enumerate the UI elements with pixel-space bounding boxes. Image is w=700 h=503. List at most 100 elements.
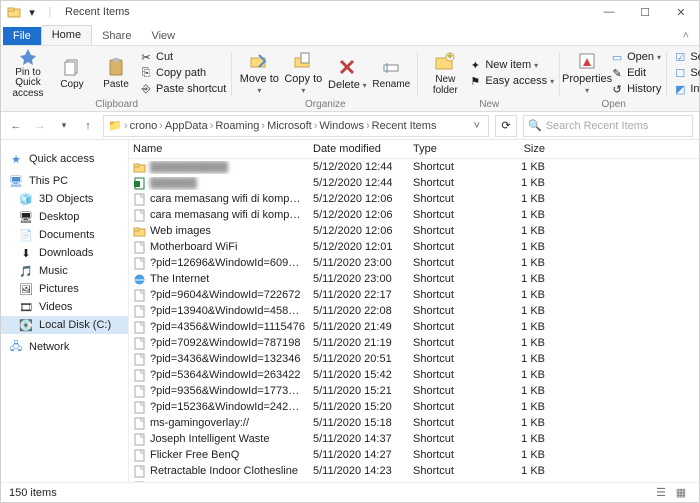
up-button[interactable]: ↑ (79, 120, 97, 132)
sidebar-icon: 🖥 (19, 210, 33, 224)
qat-dropdown-icon[interactable]: ▾ (25, 5, 39, 19)
tab-share[interactable]: Share (92, 27, 141, 45)
new-folder-button[interactable]: ✦New folder (424, 47, 466, 99)
file-row[interactable]: ██████████5/12/2020 12:44Shortcut1 KB (129, 159, 699, 175)
file-row[interactable]: ms-gamingoverlay://5/11/2020 15:18Shortc… (129, 415, 699, 431)
col-type[interactable]: Type (409, 143, 489, 155)
copy-button[interactable]: Copy (51, 47, 93, 99)
crumb-3[interactable]: Microsoft (267, 120, 312, 132)
recent-locations-button[interactable]: ▾ (55, 120, 73, 131)
star-icon: ★ (9, 152, 23, 166)
sidebar-quick-access[interactable]: ★Quick access (1, 150, 128, 168)
file-icon (133, 305, 146, 318)
file-date: 5/11/2020 15:18 (309, 417, 409, 429)
file-row[interactable]: ?pid=13940&WindowId=45893785/11/2020 22:… (129, 303, 699, 319)
crumb-4[interactable]: Windows (319, 120, 364, 132)
select-none-button[interactable]: ☐Select none (673, 66, 700, 80)
new-item-button[interactable]: ✦New item ▾ (468, 58, 554, 72)
sidebar-item-0[interactable]: 🧊3D Objects (1, 190, 128, 208)
file-row[interactable]: ?pid=9604&WindowId=7226725/11/2020 22:17… (129, 287, 699, 303)
thumbnails-view-button[interactable]: ▦ (671, 485, 691, 501)
file-row[interactable]: ██████5/12/2020 12:44Shortcut1 KB (129, 175, 699, 191)
copy-path-button[interactable]: ⎘Copy path (139, 66, 226, 80)
crumb-0[interactable]: crono (130, 120, 158, 132)
crumb-2[interactable]: Roaming (215, 120, 259, 132)
maximize-button[interactable]: ☐ (627, 1, 663, 23)
copy-to-button[interactable]: Copy to ▾ (282, 47, 324, 99)
breadcrumb[interactable]: 📁 › crono› AppData› Roaming› Microsoft› … (103, 115, 489, 137)
file-row[interactable]: tampilkan keyboard layar sentuh window..… (129, 479, 699, 482)
sidebar-this-pc[interactable]: 🖥This PC (1, 172, 128, 190)
invert-selection-button[interactable]: ◩Invert selection (673, 82, 700, 96)
file-size: 1 KB (489, 289, 549, 301)
paste-shortcut-button[interactable]: ⎆Paste shortcut (139, 82, 226, 96)
forward-button[interactable]: → (31, 120, 49, 132)
crumb-1[interactable]: AppData (165, 120, 208, 132)
file-row[interactable]: ?pid=4356&WindowId=11154765/11/2020 21:4… (129, 319, 699, 335)
file-row[interactable]: ?pid=7092&WindowId=7871985/11/2020 21:19… (129, 335, 699, 351)
delete-button[interactable]: Delete ▾ (326, 47, 368, 99)
tab-home[interactable]: Home (41, 25, 92, 45)
open-button[interactable]: ▭Open ▾ (610, 50, 661, 64)
easy-access-button[interactable]: ⚑Easy access ▾ (468, 74, 554, 88)
rename-button[interactable]: Rename (370, 47, 412, 99)
file-row[interactable]: ?pid=12696&WindowId=60964345/11/2020 23:… (129, 255, 699, 271)
file-type: Shortcut (409, 337, 489, 349)
crumb-5[interactable]: Recent Items (372, 120, 437, 132)
file-row[interactable]: ?pid=3436&WindowId=1323465/11/2020 20:51… (129, 351, 699, 367)
details-view-button[interactable]: ☰ (651, 485, 671, 501)
file-row[interactable]: ?pid=9356&WindowId=17730905/11/2020 15:2… (129, 383, 699, 399)
file-row[interactable]: Flicker Free BenQ5/11/2020 14:27Shortcut… (129, 447, 699, 463)
titlebar: ▾ | Recent Items — ☐ ✕ (1, 1, 699, 23)
sidebar-item-7[interactable]: 💽Local Disk (C:) (1, 316, 128, 334)
file-type: Shortcut (409, 305, 489, 317)
col-size[interactable]: Size (489, 143, 549, 155)
ribbon-collapse-button[interactable]: ˄ (673, 27, 699, 45)
properties-button[interactable]: Properties ▾ (566, 47, 608, 99)
search-input[interactable] (546, 120, 688, 132)
group-open-label: Open (601, 99, 625, 110)
item-count: 150 items (9, 487, 57, 499)
file-row[interactable]: cara memasang wifi di komputer5/12/2020 … (129, 191, 699, 207)
file-date: 5/12/2020 12:06 (309, 209, 409, 221)
sidebar-item-2[interactable]: 📄Documents (1, 226, 128, 244)
tab-view[interactable]: View (141, 27, 185, 45)
column-headers[interactable]: Name Date modified Type Size (129, 140, 699, 159)
cut-button[interactable]: ✂Cut (139, 50, 226, 64)
history-button[interactable]: ↺History (610, 82, 661, 96)
file-row[interactable]: ?pid=5364&WindowId=2634225/11/2020 15:42… (129, 367, 699, 383)
select-all-button[interactable]: ☑Select all (673, 50, 700, 64)
pin-button[interactable]: Pin to Quick access (7, 47, 49, 99)
col-date[interactable]: Date modified (309, 143, 409, 155)
file-icon (133, 337, 146, 350)
folder-icon[interactable] (7, 5, 21, 19)
file-row[interactable]: cara memasang wifi di komputer5/12/2020 … (129, 207, 699, 223)
search-box[interactable]: 🔍 (523, 115, 693, 137)
close-button[interactable]: ✕ (663, 1, 699, 23)
col-name[interactable]: Name (129, 143, 309, 155)
file-row[interactable]: The Internet5/11/2020 23:00Shortcut1 KB (129, 271, 699, 287)
file-name: ?pid=4356&WindowId=1115476 (150, 321, 305, 333)
file-row[interactable]: Motherboard WiFi5/12/2020 12:01Shortcut1… (129, 239, 699, 255)
edit-button[interactable]: ✎Edit (610, 66, 661, 80)
file-row[interactable]: Retractable Indoor Clothesline5/11/2020 … (129, 463, 699, 479)
file-row[interactable]: Web images5/12/2020 12:06Shortcut1 KB (129, 223, 699, 239)
breadcrumb-dropdown[interactable]: ˅ (470, 120, 484, 132)
minimize-button[interactable]: — (591, 1, 627, 23)
sidebar-item-5[interactable]: 🖼Pictures (1, 280, 128, 298)
file-row[interactable]: Joseph Intelligent Waste5/11/2020 14:37S… (129, 431, 699, 447)
refresh-button[interactable]: ⟳ (495, 115, 517, 137)
sidebar-item-3[interactable]: ⬇Downloads (1, 244, 128, 262)
paste-button[interactable]: Paste (95, 47, 137, 99)
sidebar-item-6[interactable]: 🎞Videos (1, 298, 128, 316)
back-button[interactable]: ← (7, 120, 25, 132)
tab-file[interactable]: File (3, 27, 41, 45)
move-to-button[interactable]: Move to ▾ (238, 47, 280, 99)
sidebar-item-4[interactable]: 🎵Music (1, 262, 128, 280)
history-icon: ↺ (610, 82, 624, 96)
sidebar-item-1[interactable]: 🖥Desktop (1, 208, 128, 226)
file-name: Joseph Intelligent Waste (150, 433, 269, 445)
file-row[interactable]: ?pid=15236&WindowId=24265085/11/2020 15:… (129, 399, 699, 415)
sidebar-network[interactable]: 🖧Network (1, 338, 128, 356)
file-size: 1 KB (489, 321, 549, 333)
